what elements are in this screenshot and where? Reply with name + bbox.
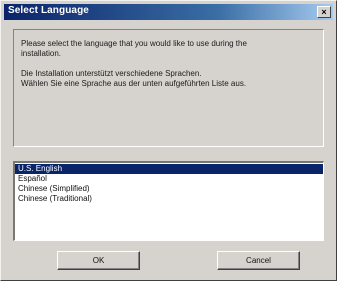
list-item-us-english[interactable]: U.S. English [15,164,323,174]
window-title: Select Language [8,5,89,16]
instruction-line: installation. [21,49,62,58]
instruction-line: Wählen Sie eine Sprache aus der unten au… [21,79,247,88]
close-icon: × [321,7,327,17]
instruction-line: Die Installation unterstützt verschieden… [21,69,202,78]
instruction-text-english: Please select the language that you woul… [21,39,321,59]
list-item-chinese-simplified[interactable]: Chinese (Simplified) [15,184,323,194]
list-item-chinese-traditional[interactable]: Chinese (Traditional) [15,194,323,204]
instruction-text-german: Die Installation unterstützt verschieden… [21,69,321,89]
cancel-button[interactable]: Cancel [217,251,300,270]
language-listbox[interactable]: U.S. English Español Chinese (Simplified… [13,161,324,241]
title-bar[interactable]: Select Language × [4,4,333,20]
close-button[interactable]: × [317,6,331,18]
ok-button[interactable]: OK [57,251,140,270]
instruction-line: Please select the language that you woul… [21,39,247,48]
select-language-dialog: Select Language × Please select the lang… [0,0,337,281]
list-item-espanol[interactable]: Español [15,174,323,184]
